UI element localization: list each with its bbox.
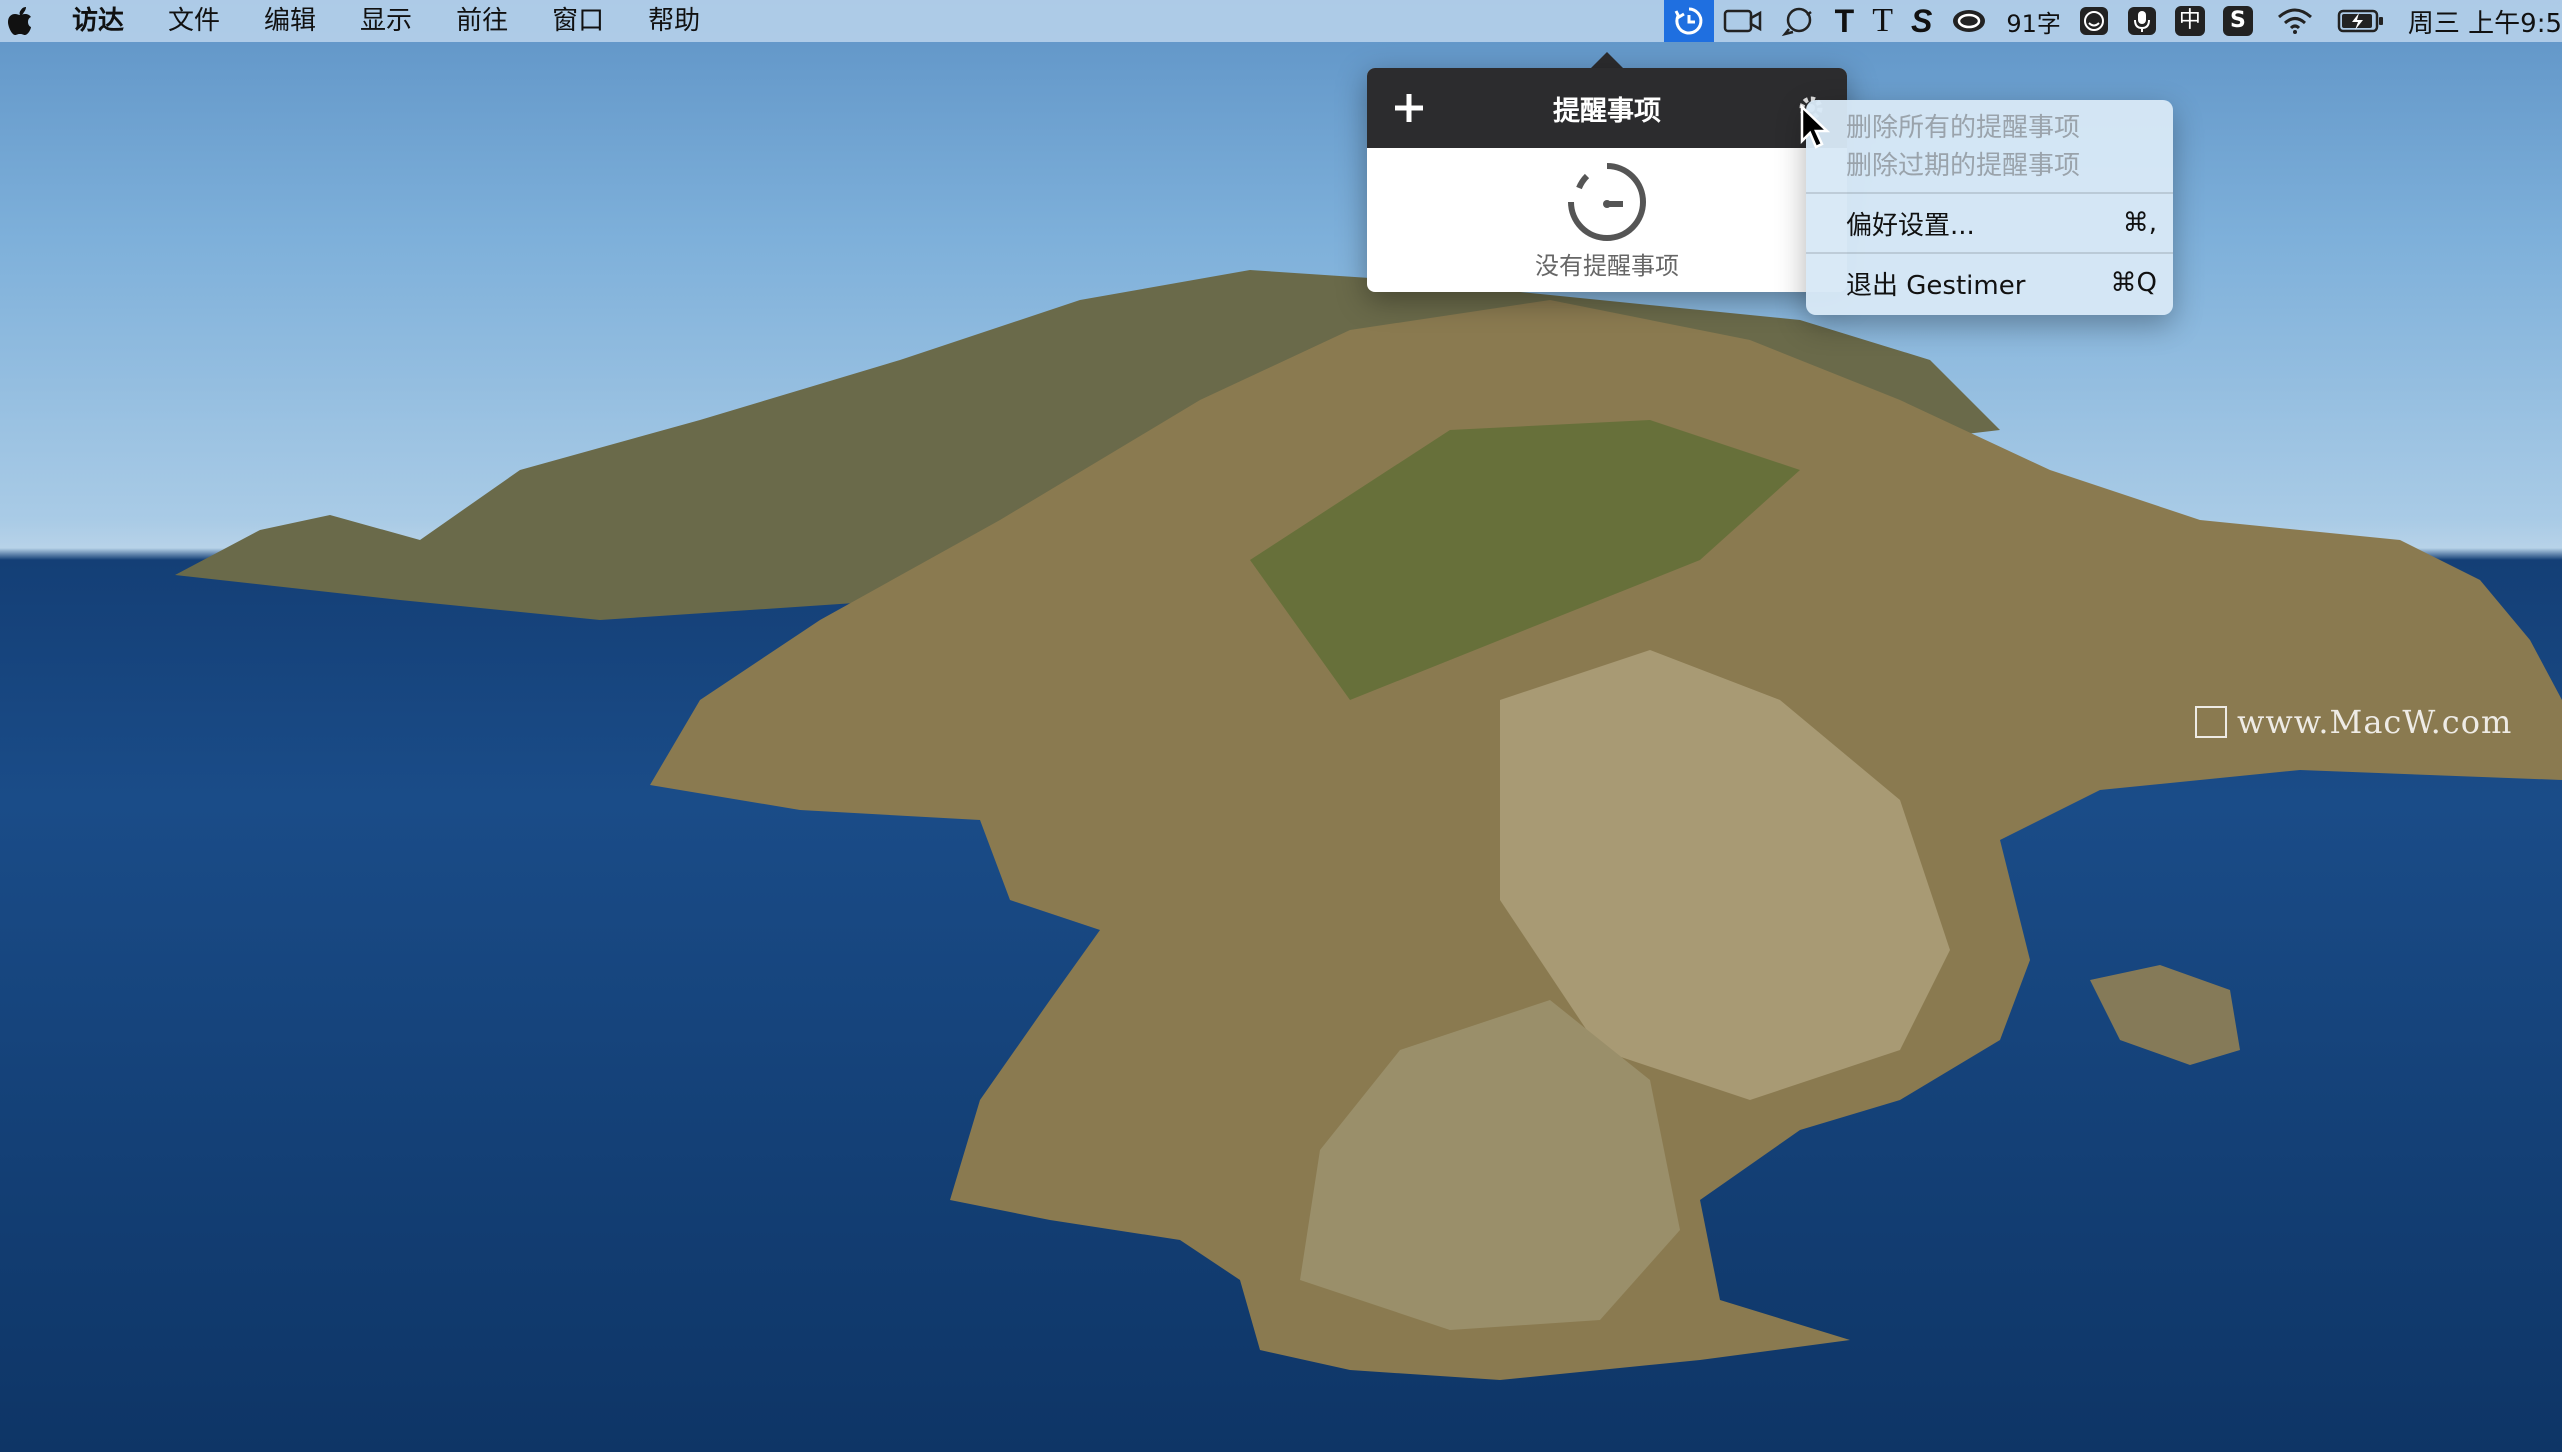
preferences-label: 偏好设置... [1846,210,1975,241]
apple-menu-icon[interactable] [0,0,40,42]
menu-window[interactable]: 窗口 [530,0,626,42]
menu-right-tray: T T S 91字 中 S 周三 上午9:5 [1663,0,2562,42]
plus-icon [1395,94,1423,122]
microphone-icon[interactable] [2118,0,2166,42]
popover-title: 提醒事项 [1553,95,1661,127]
menu-left-items: 访达 文件 编辑 显示 前往 窗口 帮助 [40,0,722,42]
mouse-cursor-icon [1800,105,1830,149]
delete-expired-label: 删除过期的提醒事项 [1846,150,2081,181]
menu-item-delete-all[interactable]: 删除所有的提醒事项 [1806,106,2173,144]
menu-app-name[interactable]: 访达 [40,0,146,42]
input-method-icon[interactable]: 中 [2166,0,2214,42]
menu-separator [1806,192,2173,194]
s-app-icon[interactable]: S [1902,0,1941,42]
desktop-wallpaper [0,0,2562,1452]
screen-record-icon[interactable] [1714,0,1772,42]
popover-body: 没有提醒事项 [1367,148,1847,281]
menu-item-delete-expired[interactable]: 删除过期的提醒事项 [1806,144,2173,182]
word-count[interactable]: 91字 [1997,0,2070,42]
menu-go[interactable]: 前往 [434,0,530,42]
typeface-serif-icon[interactable]: T [1863,0,1902,42]
watermark-box-icon [2195,706,2227,738]
wifi-icon[interactable] [2262,0,2328,42]
sogou-icon[interactable]: S [2214,0,2262,42]
menu-item-quit[interactable]: 退出 Gestimer ⌘Q [1806,264,2173,302]
empty-state-text: 没有提醒事项 [1535,252,1679,280]
popover-header: 提醒事项 [1367,68,1847,148]
menu-edit[interactable]: 编辑 [242,0,338,42]
gear-context-menu: 删除所有的提醒事项 删除过期的提醒事项 偏好设置... ⌘, 退出 Gestim… [1806,100,2173,315]
typeface-bold-icon[interactable]: T [1826,0,1864,42]
battery-icon[interactable] [2328,0,2394,42]
cloud-app-icon[interactable] [1941,0,1997,42]
emoji-icon[interactable] [2070,0,2118,42]
menu-view[interactable]: 显示 [338,0,434,42]
timer-empty-icon [1568,163,1646,241]
menu-item-preferences[interactable]: 偏好设置... ⌘, [1806,204,2173,242]
watermark-text: www.MacW.com [2237,703,2513,741]
quit-label: 退出 Gestimer [1846,270,2026,301]
gestimer-icon[interactable] [1663,0,1714,42]
popover-arrow [1591,52,1623,68]
preferences-shortcut: ⌘, [2122,208,2157,238]
menubar-clock[interactable]: 周三 上午9:5 [2394,3,2562,40]
add-reminder-button[interactable] [1387,86,1431,130]
menu-bar: 访达 文件 编辑 显示 前往 窗口 帮助 T T S 91字 中 S 周三 上午… [0,0,2562,42]
quit-shortcut: ⌘Q [2110,268,2157,298]
menu-help[interactable]: 帮助 [626,0,722,42]
menu-file[interactable]: 文件 [146,0,242,42]
watermark: www.MacW.com [2195,703,2512,741]
chat-refresh-icon[interactable] [1772,0,1826,42]
delete-all-label: 删除所有的提醒事项 [1846,112,2081,143]
menu-separator [1806,252,2173,254]
reminders-popover: 提醒事项 没有提醒事项 [1367,68,1847,292]
island-landscape [175,270,2562,1380]
